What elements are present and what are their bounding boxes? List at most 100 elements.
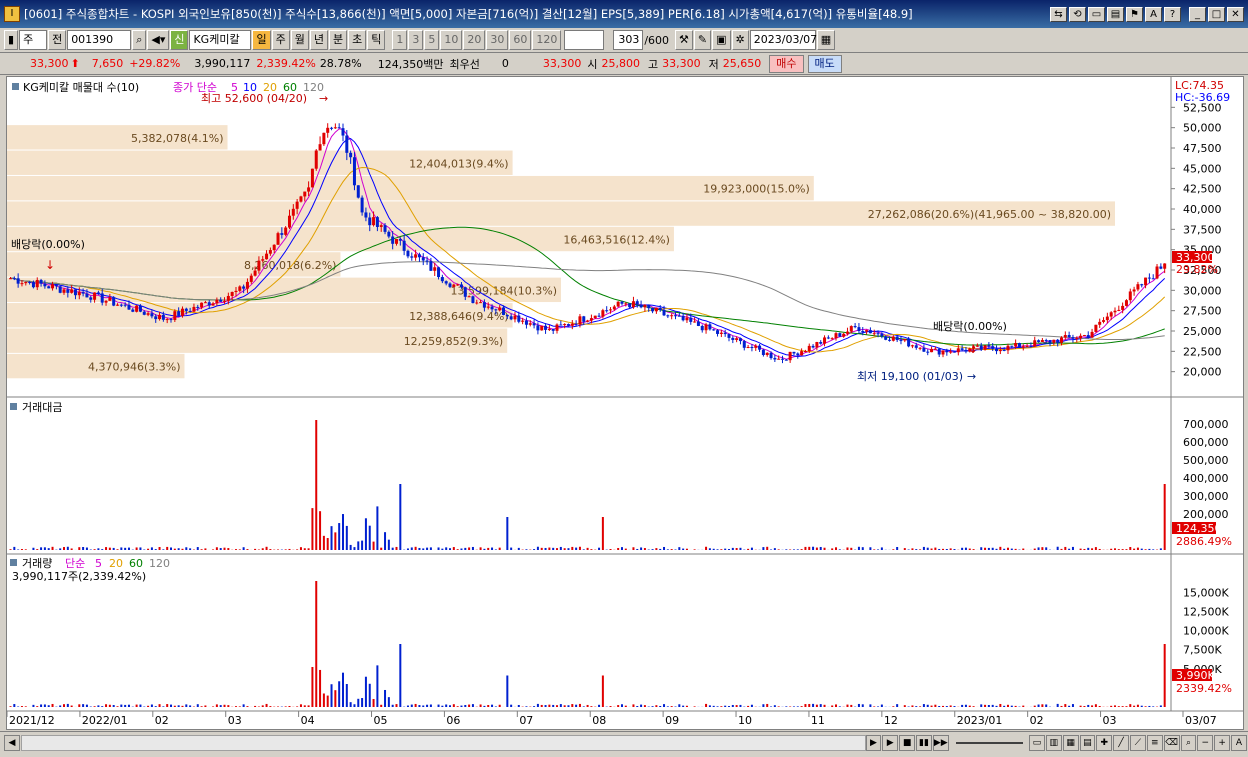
candle-body [815,342,819,348]
period-tick[interactable]: 틱 [367,30,386,50]
amount-bar [922,546,925,550]
volume-profile-label: 12,259,852(9.3%) [404,335,504,348]
amount-bar [372,541,375,550]
interval-3[interactable]: 3 [408,30,424,50]
grid-icon[interactable]: ▦ [1062,734,1079,751]
interval-60[interactable]: 60 [509,30,532,50]
volume-bar [735,705,738,707]
volume-tick-label: 12,500K [1183,605,1229,618]
count-input[interactable]: 303 [613,30,644,50]
text-tool-icon[interactable]: A [1231,734,1247,751]
x-axis-label: 06 [446,714,460,727]
play-icon[interactable]: ▶ [882,734,899,751]
candle-body [326,127,330,133]
volume-bar [361,698,364,707]
dividend-arrow-icon: ↓ [968,342,978,356]
print-icon[interactable]: ▤ [1107,6,1124,22]
flag-icon[interactable]: ⚑ [1126,6,1143,22]
settings-icon[interactable]: ✲ [731,30,749,50]
save-icon[interactable]: ▣ [712,30,731,50]
volume-bar [536,703,539,707]
candle-body [685,317,689,321]
candle-body [131,309,135,312]
interval-120[interactable]: 120 [532,30,562,50]
stop-icon[interactable]: ■ [899,734,916,751]
layout-icon[interactable]: ▭ [1028,734,1045,751]
zoom-out-icon[interactable]: − [1197,734,1214,751]
split-icon[interactable]: ▥ [1045,734,1062,751]
trend-tool-icon[interactable]: ⟋ [1130,734,1146,751]
fib-tool-icon[interactable]: ≡ [1146,734,1163,751]
buy-button[interactable]: 매수 [769,54,804,73]
compare-icon[interactable]: ▤ [1079,734,1096,751]
volume-bar [307,705,310,707]
volume-bar [556,705,559,707]
zoom-in-icon[interactable]: + [1214,734,1231,751]
candle-body [257,260,261,271]
candle-body [414,254,418,258]
price-legend-name: KG케미칼 매물대 수(10) [23,81,139,94]
speaker-icon[interactable]: ◀︎▾ [147,30,170,50]
volume-bar [36,706,39,707]
period-year[interactable]: 년 [309,30,328,50]
volume-bar [189,705,192,707]
scroll-left-icon[interactable]: ◀ [4,734,20,751]
amount-bar [808,546,811,550]
date-input[interactable]: 2023/03/07 [749,30,817,50]
candle-body [421,257,425,261]
amount-bar [1014,548,1017,550]
speed-slider[interactable] [955,741,1023,744]
interval-5[interactable]: 5 [424,30,440,50]
code-input[interactable]: 001390 [67,30,132,50]
stock-name[interactable]: KG케미칼 [189,30,252,50]
horizontal-scrollbar[interactable] [20,734,866,751]
link-icon[interactable]: ⇆ [1050,6,1067,22]
line-tool-icon[interactable]: ╱ [1113,734,1130,751]
x-axis-label: 08 [592,714,606,727]
volume-bar [861,704,864,707]
fast-forward-icon[interactable]: ▶▶ [932,734,949,751]
candle-body [498,307,502,311]
candle-body [930,348,934,353]
candle-body [398,239,402,241]
help-icon[interactable]: ? [1164,6,1181,22]
count-total: /600 [644,33,670,47]
amount-bar [494,549,497,550]
interval-1[interactable]: 1 [392,30,408,50]
period-day[interactable]: 일 [252,30,271,50]
stock-chart-svg[interactable]: 5,382,078(4.1%) 12,404,013(9.4%) 19,923,00… [6,77,1243,729]
chart-menu-icon[interactable]: ▮ [4,30,19,50]
window-icon[interactable]: ▭ [1088,6,1105,22]
period-minute[interactable]: 분 [328,30,348,50]
period-month[interactable]: 월 [290,30,309,50]
maximize-button[interactable]: □ [1208,6,1225,22]
search-icon[interactable]: ⌕ [132,30,147,50]
pause-icon[interactable]: ▮▮ [916,734,932,751]
amount-bar [800,549,803,550]
eraser-icon[interactable]: ⌫ [1163,734,1180,751]
candle-body [433,267,437,271]
prev-button[interactable]: 전 [48,30,67,50]
calendar-icon[interactable]: ▦ [816,30,836,50]
chart-area[interactable]: 5,382,078(4.1%) 12,404,013(9.4%) 19,923,00… [6,76,1244,730]
minimize-button[interactable]: _ [1189,6,1206,22]
sync-icon[interactable]: ⟲ [1069,6,1086,22]
sell-button[interactable]: 매도 [807,54,842,73]
tool-icon[interactable]: ⚒ [675,30,693,50]
volume-bar [1152,706,1155,707]
zoom-search-icon[interactable]: ⌕ [1180,734,1197,751]
close-button[interactable]: ✕ [1227,6,1244,22]
interval-20[interactable]: 20 [463,30,486,50]
scroll-right-icon[interactable]: ▶ [865,734,882,751]
draw-icon[interactable]: ✎ [693,30,712,50]
period-week[interactable]: 주 [271,30,290,50]
font-icon[interactable]: A [1145,6,1162,22]
interval-30[interactable]: 30 [486,30,509,50]
period-second[interactable]: 초 [348,30,367,50]
market-select[interactable]: 주 [19,30,48,50]
crosshair-icon[interactable]: ✚ [1096,734,1113,751]
interval-10[interactable]: 10 [440,30,463,50]
interval-input[interactable] [564,30,605,50]
volume-bar [651,706,654,707]
amount-bar [185,547,188,550]
